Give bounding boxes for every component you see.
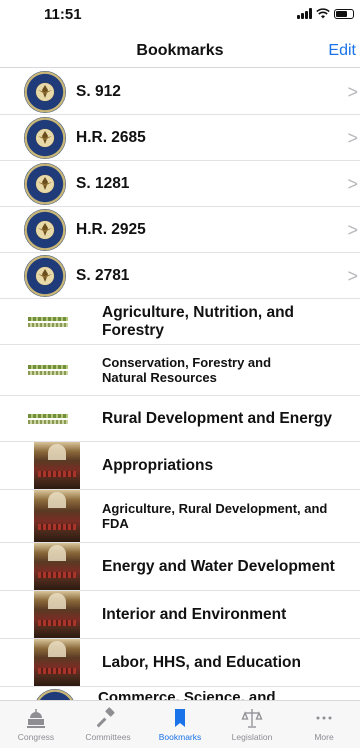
committee-label: Conservation, Forestry and Natural Resou…	[102, 355, 272, 385]
bookmark-row-committee[interactable]: Interior and Environment	[0, 591, 360, 639]
chevron-right-icon: >	[347, 174, 358, 194]
status-icons	[297, 8, 354, 19]
cellular-signal-icon	[297, 8, 312, 19]
nav-bar: Bookmarks Edit	[0, 28, 360, 68]
bill-label: S. 2781	[76, 266, 130, 284]
gavel-icon	[96, 706, 120, 730]
appropriations-chamber-image	[34, 543, 80, 590]
bookmark-row-bill[interactable]: S. 912 >	[0, 69, 360, 115]
house-seal-icon	[24, 116, 66, 159]
tab-label: Bookmarks	[158, 732, 202, 742]
bill-label: H.R. 2925	[76, 220, 146, 238]
chevron-right-icon: >	[347, 128, 358, 148]
bookmark-row-committee[interactable]: Agriculture, Nutrition, and Forestry	[0, 299, 360, 345]
committee-label: Agriculture, Nutrition, and Forestry	[102, 303, 295, 339]
committee-label: Interior and Environment	[102, 605, 287, 623]
status-time: 11:51	[44, 6, 82, 23]
edit-button[interactable]: Edit	[328, 42, 356, 60]
bill-label: H.R. 2685	[76, 128, 146, 146]
bookmark-row-committee[interactable]: Labor, HHS, and Education	[0, 639, 360, 687]
house-seal-icon	[24, 208, 66, 251]
tab-label: More	[314, 732, 334, 742]
chevron-right-icon: >	[347, 82, 358, 102]
capitol-icon	[24, 706, 48, 730]
bookmark-row-committee[interactable]: Rural Development and Energy	[0, 396, 360, 442]
committee-label: Energy and Water Development	[102, 557, 335, 575]
committee-label: Appropriations	[102, 456, 214, 474]
tab-legislation[interactable]: Legislation	[216, 701, 288, 748]
more-icon	[312, 706, 336, 730]
wifi-icon	[316, 8, 330, 19]
bookmark-row-committee[interactable]: Energy and Water Development	[0, 543, 360, 591]
bookmark-row-bill[interactable]: S. 2781 >	[0, 253, 360, 299]
bookmark-icon	[168, 706, 192, 730]
tab-congress[interactable]: Congress	[0, 701, 72, 748]
senate-seal-icon	[24, 254, 66, 297]
appropriations-chamber-image	[34, 639, 80, 686]
bookmark-row-committee[interactable]: Appropriations	[0, 442, 360, 490]
tab-bar: Congress Committees Bookmarks Legislatio…	[0, 700, 360, 748]
bookmark-row-committee[interactable]: Conservation, Forestry and Natural Resou…	[0, 345, 360, 396]
bill-label: S. 912	[76, 82, 121, 100]
bookmark-row-committee[interactable]: Commerce, Science, and	[0, 687, 360, 701]
scales-icon	[240, 706, 264, 730]
chevron-right-icon: >	[347, 266, 358, 286]
page-title: Bookmarks	[136, 42, 224, 59]
agriculture-committee-logo	[28, 363, 68, 377]
bookmark-row-bill[interactable]: S. 1281 >	[0, 161, 360, 207]
senate-seal-icon	[24, 70, 66, 113]
battery-icon	[334, 8, 354, 19]
tab-committees[interactable]: Committees	[72, 701, 144, 748]
bookmarks-list: S. 912 > H.R. 2685 > S. 1281 > H.R. 2925…	[0, 69, 360, 701]
status-bar: 11:51	[0, 0, 360, 28]
tab-label: Committees	[85, 732, 131, 742]
agriculture-committee-logo	[28, 412, 68, 426]
agriculture-committee-logo	[28, 315, 68, 329]
bill-label: S. 1281	[76, 174, 130, 192]
bookmark-row-bill[interactable]: H.R. 2685 >	[0, 115, 360, 161]
senate-seal-icon	[24, 162, 66, 205]
committee-label: Rural Development and Energy	[102, 409, 332, 427]
committee-label: Labor, HHS, and Education	[102, 653, 301, 671]
tab-label: Congress	[17, 732, 55, 742]
bookmark-row-bill[interactable]: H.R. 2925 >	[0, 207, 360, 253]
appropriations-chamber-image	[34, 442, 80, 489]
tab-label: Legislation	[231, 732, 273, 742]
chevron-right-icon: >	[347, 220, 358, 240]
appropriations-chamber-image	[34, 490, 80, 542]
committee-label: Agriculture, Rural Development, and FDA	[102, 501, 328, 531]
tab-bookmarks[interactable]: Bookmarks	[144, 701, 216, 748]
bookmark-row-committee[interactable]: Agriculture, Rural Development, and FDA	[0, 490, 360, 543]
tab-more[interactable]: More	[288, 701, 360, 748]
appropriations-chamber-image	[34, 591, 80, 638]
